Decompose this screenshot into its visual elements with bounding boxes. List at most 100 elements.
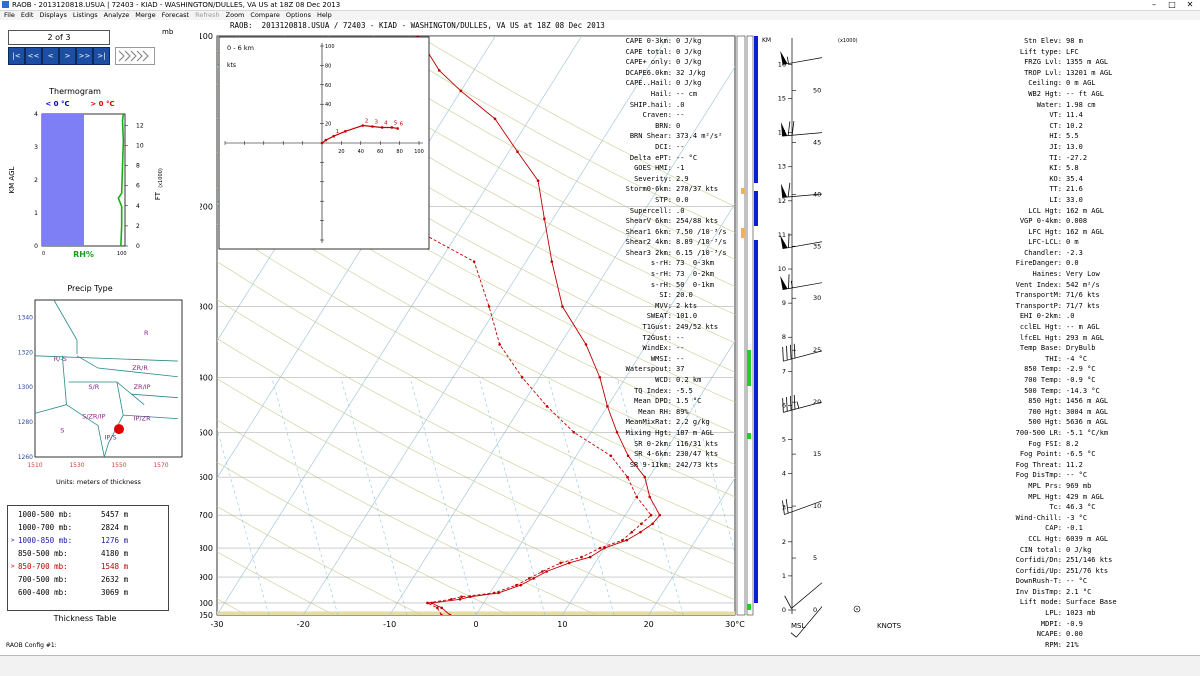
param-value: 5.8 [1066, 164, 1079, 173]
temperature-profile-point [437, 69, 441, 72]
dewpoint-profile-point [515, 583, 518, 587]
param-label: CAPE+ only: [625, 58, 672, 67]
precip-x-tick: 1550 [111, 462, 126, 469]
thickness-layer: 1000-700 mb: [18, 523, 73, 532]
first-page-button[interactable]: |< [8, 47, 25, 65]
menu-item-listings[interactable]: Listings [73, 11, 98, 19]
param-label: TROP Lvl: [1024, 68, 1062, 77]
ft-tick-label: 2 [136, 223, 140, 230]
hodograph-y-tick: 40 [325, 102, 331, 108]
km-tick-label: 7 [782, 367, 786, 375]
menu-item-options[interactable]: Options [286, 11, 311, 19]
menu-item-help[interactable]: Help [317, 11, 332, 19]
param-value: 6.15 /10⁻³/s [676, 248, 727, 257]
temperature-profile-point [536, 179, 540, 183]
param-label: 500 Hgt: [1028, 418, 1062, 427]
dewpoint-profile-point [440, 613, 443, 615]
barb-feather [788, 233, 790, 248]
menu-item-merge[interactable]: Merge [135, 11, 155, 19]
param-value: 1023 mb [1066, 609, 1096, 618]
menu-item-zoom[interactable]: Zoom [226, 11, 245, 19]
precip-region-label: ZR/R [132, 364, 148, 372]
param-value: 2 kts [676, 301, 698, 310]
temperature-profile-point [516, 150, 519, 154]
param-row: 500 Temp: -14.3 °C [998, 386, 1198, 397]
barb-feather [789, 395, 792, 411]
menu-item-analyze[interactable]: Analyze [104, 11, 130, 19]
param-value: 0 J/kg [676, 58, 702, 67]
menu-item-file[interactable]: File [4, 11, 15, 19]
close-button[interactable]: ✕ [1182, 0, 1198, 10]
param-value: -- [676, 333, 685, 342]
param-value: 35.4 [1066, 174, 1083, 183]
pressure-tick: 800 [200, 544, 213, 553]
temperature-profile-point [639, 530, 642, 534]
param-label: KO: [1049, 174, 1062, 183]
thickness-row: 700-500 mb: 2632 m [8, 573, 168, 586]
precip-x-tick: 1530 [69, 462, 84, 469]
param-value: 162 m AGL [1066, 227, 1104, 236]
param-row: LFC Hgt: 162 m AGL [998, 227, 1198, 238]
param-row: 850 Hgt: 1456 m AGL [998, 396, 1198, 407]
last-page-button[interactable]: >| [93, 47, 110, 65]
barb-staff [783, 401, 823, 413]
thermogram-above-zero: > 0 °C [90, 100, 115, 108]
hodograph-y-tick: 80 [325, 63, 331, 69]
ft-tick-label: 10 [813, 502, 821, 510]
param-value: 21% [1066, 640, 1079, 649]
param-row: CCL Hgt: 6039 m AGL [998, 534, 1198, 545]
next-page-button[interactable]: > [59, 47, 76, 65]
km-tick-label: 12 [778, 197, 786, 205]
param-label: LCL Hgt: [1028, 206, 1062, 215]
param-label: Severity: [634, 174, 672, 183]
param-label: CAPE..Hail: [625, 79, 672, 88]
rewind-button[interactable]: << [25, 47, 42, 65]
barb-staff [783, 350, 823, 362]
barb-feather [786, 397, 788, 412]
param-row: Haines: Very Low [998, 269, 1198, 280]
param-value: 13201 m AGL [1066, 68, 1113, 77]
param-value: 1355 m AGL [1066, 58, 1109, 67]
km-tick-label: 3 [34, 144, 38, 151]
dewpoint-profile-point [545, 405, 549, 408]
param-value: 2.9 [676, 174, 689, 183]
ft-tick-label: 0 [136, 243, 140, 250]
dewpoint-profile-point [450, 597, 453, 601]
menu-item-compare[interactable]: Compare [250, 11, 280, 19]
dewpoint-profile-point [460, 595, 463, 599]
ft-tick-label: 45 [813, 138, 821, 146]
dewpoint-profile-point [598, 546, 602, 550]
barb-half-feather [790, 632, 797, 638]
fast-forward-button[interactable]: >> [76, 47, 93, 65]
param-label: TransportM: [1015, 291, 1062, 300]
param-value: -- °C [1066, 471, 1088, 480]
param-value: 73 0-2km [676, 270, 714, 279]
hodograph-point [361, 124, 365, 127]
param-row: 700 Hgt: 3004 m AGL [998, 407, 1198, 418]
ft-tick-label: 30 [813, 294, 821, 302]
menu-item-displays[interactable]: Displays [39, 11, 66, 19]
param-label: 850 Temp: [1024, 365, 1062, 374]
km-tick-label: 5 [782, 436, 786, 444]
dewpoint-profile-point [436, 606, 439, 610]
barb-flag [780, 183, 788, 198]
param-row: Fog FSI: 8.2 [998, 439, 1198, 450]
param-value: 71/6 kts [1066, 291, 1100, 300]
maximize-button[interactable]: □ [1164, 0, 1180, 10]
minimize-button[interactable]: – [1146, 0, 1162, 10]
param-label: Shear3 2km: [625, 248, 672, 257]
stripe-toggle-button[interactable] [115, 47, 155, 65]
param-label: s-rH: [650, 259, 672, 268]
param-value: 0 m [1066, 238, 1079, 247]
moisture-column [736, 35, 746, 616]
param-value: 6039 m AGL [1066, 534, 1109, 543]
km-tick-label: 4 [782, 470, 786, 478]
menu-item-forecast[interactable]: Forecast [162, 11, 190, 19]
param-label: THI: [1045, 354, 1062, 363]
menu-item-edit[interactable]: Edit [21, 11, 34, 19]
thickness-table: 1000-500 mb: 5457 m 1000-700 mb: 2824 m >100… [7, 505, 169, 611]
param-row: 850 Temp: -2.9 °C [998, 364, 1198, 375]
param-label: Fog FSI: [1028, 439, 1062, 448]
km-tick-label: 0 [782, 606, 786, 614]
prev-page-button[interactable]: < [42, 47, 59, 65]
